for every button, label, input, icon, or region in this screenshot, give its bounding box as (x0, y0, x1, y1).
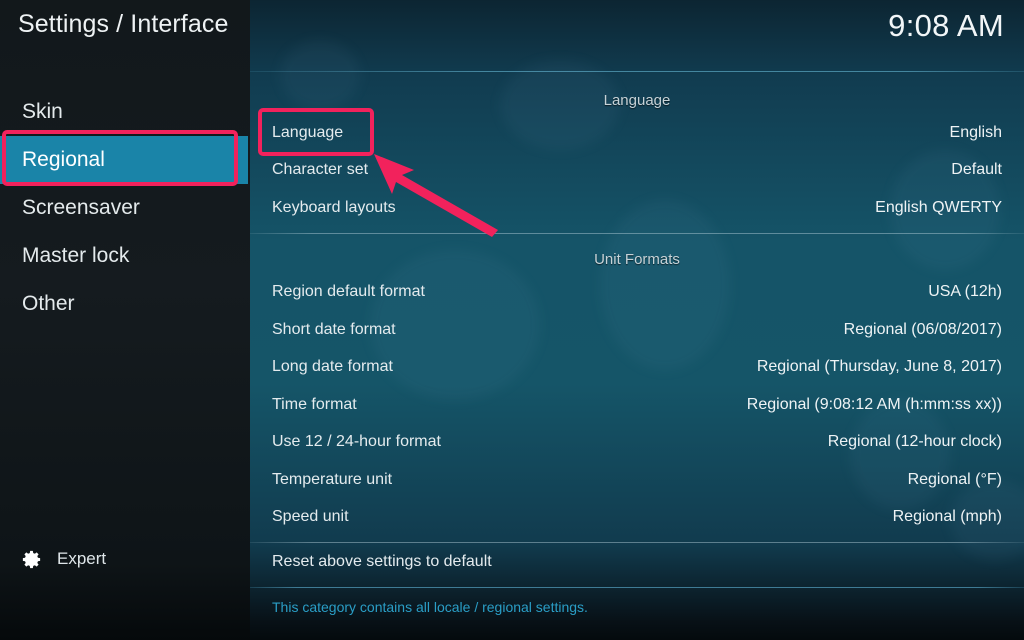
setting-label: Long date format (272, 358, 393, 376)
setting-label: Keyboard layouts (272, 198, 396, 216)
clock: 9:08 AM (888, 8, 1004, 43)
setting-value: English QWERTY (875, 198, 1002, 216)
setting-row-language[interactable]: Language English (250, 114, 1024, 152)
gear-icon (22, 550, 41, 568)
sidebar-item-skin[interactable]: Skin (0, 88, 250, 136)
settings-content: Language Language English Character set … (250, 72, 1024, 640)
reset-settings-label: Reset above settings to default (272, 552, 492, 570)
setting-row-speed-unit[interactable]: Speed unit Regional (mph) (250, 499, 1024, 537)
expert-level-button[interactable]: Expert (20, 544, 230, 574)
setting-value: Regional (06/08/2017) (843, 320, 1002, 338)
main-panel: 9:08 AM Language Language English Charac… (250, 0, 1024, 640)
section-heading-language: Language (603, 91, 671, 109)
setting-label: Speed unit (272, 508, 349, 526)
sidebar-item-label: Regional (22, 148, 105, 171)
sidebar-nav: Skin Regional Screensaver Master lock Ot… (0, 88, 250, 328)
setting-row-12-24-hour-format[interactable]: Use 12 / 24-hour format Regional (12-hou… (250, 424, 1024, 462)
sidebar-item-label: Other (22, 292, 75, 315)
sidebar-item-label: Screensaver (22, 196, 140, 219)
setting-row-region-default-format[interactable]: Region default format USA (12h) (250, 274, 1024, 312)
setting-value: Default (951, 161, 1002, 179)
header-divider (250, 71, 1024, 72)
section-heading-unit-formats: Unit Formats (594, 251, 680, 268)
setting-value: English (949, 123, 1002, 141)
setting-value: USA (12h) (928, 283, 1002, 301)
sidebar-item-label: Master lock (22, 244, 130, 267)
kodi-settings-screen: 9:08 AM Language Language English Charac… (0, 0, 1024, 640)
setting-label: Language (272, 123, 344, 141)
setting-row-character-set[interactable]: Character set Default (250, 152, 1024, 190)
setting-value: Regional (mph) (892, 508, 1002, 526)
setting-row-temperature-unit[interactable]: Temperature unit Regional (°F) (250, 461, 1024, 499)
section-divider (250, 232, 1024, 234)
expert-level-label: Expert (57, 549, 107, 568)
sidebar: Settings / Interface Skin Regional Scree… (0, 0, 250, 640)
setting-row-time-format[interactable]: Time format Regional (9:08:12 AM (h:mm:s… (250, 386, 1024, 424)
setting-row-long-date-format[interactable]: Long date format Regional (Thursday, Jun… (250, 349, 1024, 387)
setting-value: Regional (°F) (907, 470, 1002, 488)
setting-label: Time format (272, 395, 357, 413)
reset-settings-row[interactable]: Reset above settings to default (250, 543, 1024, 581)
setting-value: Regional (Thursday, June 8, 2017) (756, 358, 1002, 376)
sidebar-item-regional[interactable]: Regional (0, 136, 248, 184)
setting-label: Use 12 / 24-hour format (272, 433, 441, 451)
category-help-text: This category contains all locale / regi… (272, 598, 588, 615)
setting-label: Region default format (272, 283, 425, 301)
page-title: Settings / Interface (18, 10, 229, 38)
setting-label: Short date format (272, 320, 396, 338)
setting-label: Temperature unit (272, 470, 393, 488)
setting-row-short-date-format[interactable]: Short date format Regional (06/08/2017) (250, 311, 1024, 349)
setting-label: Character set (272, 161, 369, 179)
sidebar-item-screensaver[interactable]: Screensaver (0, 184, 250, 232)
setting-value: Regional (12-hour clock) (827, 433, 1002, 451)
setting-row-keyboard-layouts[interactable]: Keyboard layouts English QWERTY (250, 189, 1024, 227)
sidebar-item-label: Skin (22, 100, 63, 123)
setting-value: Regional (9:08:12 AM (h:mm:ss xx)) (746, 395, 1002, 413)
sidebar-item-other[interactable]: Other (0, 280, 250, 328)
sidebar-item-master-lock[interactable]: Master lock (0, 232, 250, 280)
